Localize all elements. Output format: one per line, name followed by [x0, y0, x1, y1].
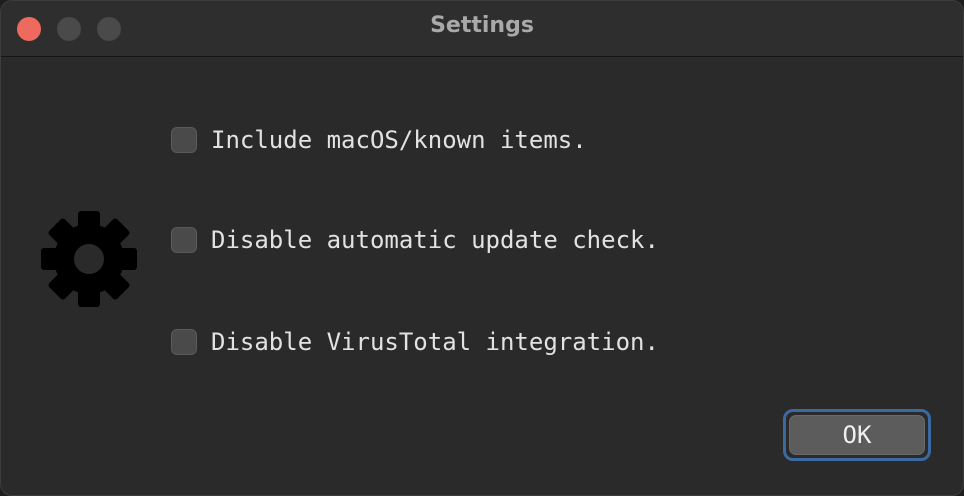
window-title: Settings — [430, 13, 534, 38]
include-macos-items-checkbox[interactable] — [171, 127, 197, 153]
settings-window: Settings Include macOS/known items. Disa… — [0, 0, 964, 496]
ok-button[interactable]: OK — [789, 415, 925, 455]
title-bar: Settings — [1, 1, 963, 57]
option-disable-virustotal[interactable]: Disable VirusTotal integration. — [171, 327, 659, 357]
disable-update-check-label: Disable automatic update check. — [211, 226, 659, 254]
include-macos-items-label: Include macOS/known items. — [211, 126, 587, 154]
disable-virustotal-label: Disable VirusTotal integration. — [211, 328, 659, 356]
disable-virustotal-checkbox[interactable] — [171, 329, 197, 355]
option-disable-update-check[interactable]: Disable automatic update check. — [171, 225, 659, 255]
disable-update-check-checkbox[interactable] — [171, 227, 197, 253]
option-include-macos-items[interactable]: Include macOS/known items. — [171, 125, 587, 155]
gear-icon — [41, 211, 137, 307]
